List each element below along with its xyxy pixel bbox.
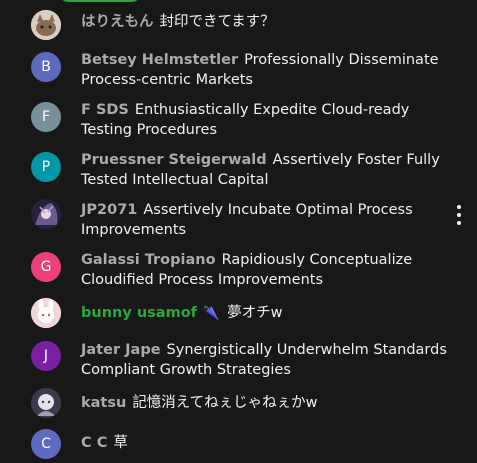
avatar[interactable]: B	[31, 52, 61, 82]
author-name[interactable]: Betsey Helmstetler	[81, 52, 238, 68]
super-chat-ticker-pill[interactable]	[60, 0, 140, 2]
avatar[interactable]	[31, 10, 61, 40]
author-name[interactable]: katsu	[81, 395, 126, 411]
chat-message-text: Betsey Helmstetler Professionally Dissemi…	[81, 50, 451, 90]
katsu-avatar-icon	[31, 388, 61, 418]
author-name[interactable]: Jater Jape	[81, 342, 161, 358]
avatar[interactable]	[31, 199, 61, 229]
avatar[interactable]: G	[31, 252, 61, 282]
avatar[interactable]	[31, 298, 61, 328]
author-name[interactable]: JP2071	[81, 202, 137, 218]
cat-avatar-icon	[31, 10, 61, 40]
avatar[interactable]: C	[31, 429, 61, 459]
message-content: 草	[113, 435, 128, 451]
anime-avatar-icon	[31, 199, 61, 229]
avatar[interactable]: J	[31, 341, 61, 371]
chat-message-text: Galassi Tropiano Rapidiously Conceptualiz…	[81, 250, 451, 290]
chat-message-text: C C草	[81, 433, 451, 453]
chat-message-text: katsu 記憶消えてねぇじゃねぇかw	[81, 393, 451, 413]
chat-message-text: JP2071 Assertively Incubate Optimal Proce…	[81, 200, 451, 240]
author-name[interactable]: F SDS	[81, 102, 129, 118]
chat-message-text: Pruessner Steigerwald Assertively Foster …	[81, 150, 451, 190]
bunny-avatar-icon	[31, 298, 61, 328]
avatar[interactable]: F	[31, 102, 61, 132]
message-content: Enthusiastically Expedite Cloud-ready Te…	[81, 102, 410, 138]
message-content: 封印できてます？	[159, 14, 275, 30]
avatar[interactable]	[31, 388, 61, 418]
more-options-icon[interactable]	[454, 205, 464, 225]
author-name[interactable]: Pruessner Steigerwald	[81, 152, 267, 168]
author-name[interactable]: Galassi Tropiano	[81, 252, 216, 268]
author-name[interactable]: はりえもん	[81, 14, 154, 30]
member-badge-icon: 🌂	[202, 306, 220, 321]
message-content: 夢オチw	[227, 305, 283, 321]
message-content: 記憶消えてねぇじゃねぇかw	[132, 395, 318, 411]
chat-message-text: bunny usamof 🌂 夢オチw	[81, 303, 451, 324]
avatar[interactable]: P	[31, 152, 61, 182]
chat-message-text: Jater Jape Synergistically Underwhelm Sta…	[81, 340, 451, 380]
chat-message-text: F SDS Enthusiastically Expedite Cloud-rea…	[81, 100, 451, 140]
author-name[interactable]: C C	[81, 435, 107, 451]
chat-message-text: はりえもん 封印できてます？	[81, 12, 451, 32]
author-name[interactable]: bunny usamof	[81, 305, 197, 321]
